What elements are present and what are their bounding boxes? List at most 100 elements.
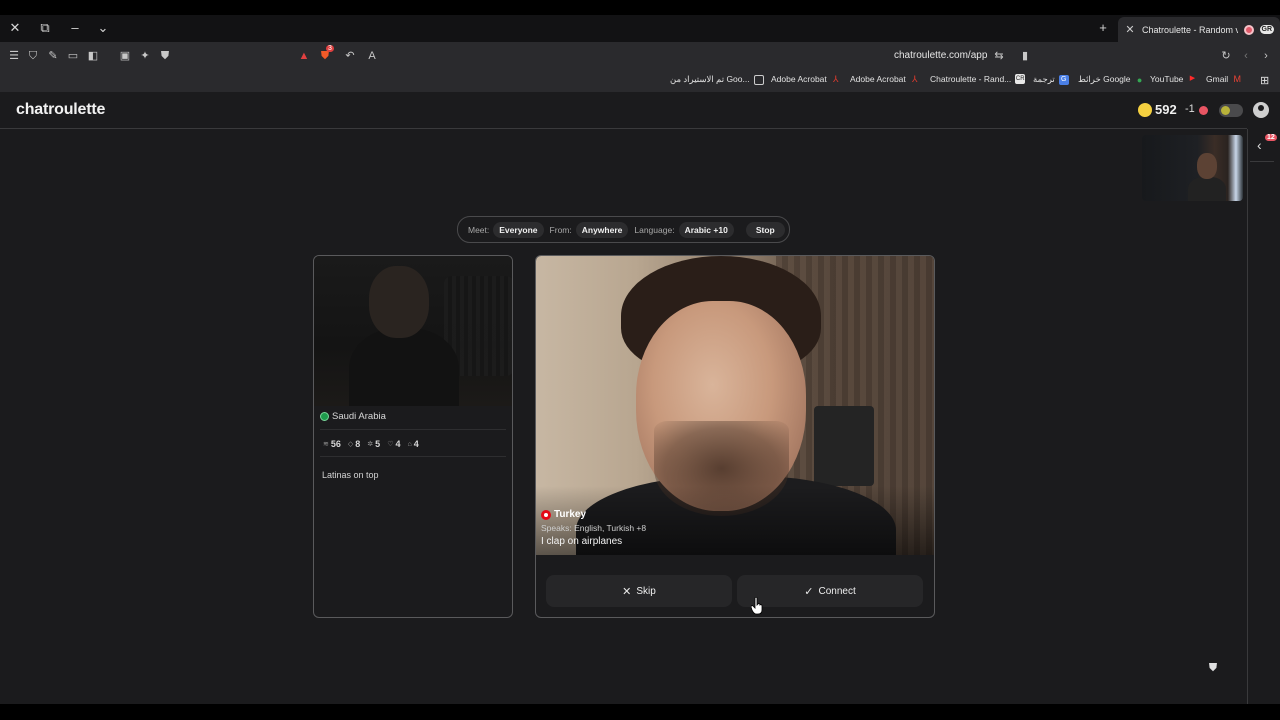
- bookmark-chatroulette[interactable]: Chatroulette - Rand... CR: [930, 74, 1026, 84]
- current-partner-languages: Speaks: English, Turkish +8: [541, 523, 647, 533]
- recording-dot-icon: [1199, 106, 1208, 115]
- country-name: Turkey: [554, 509, 587, 520]
- self-figure-head: [1197, 153, 1217, 179]
- youtube-icon: ▶: [1189, 75, 1196, 82]
- coin-balance[interactable]: 592: [1155, 102, 1177, 117]
- stat-gift: ⌂ 4: [407, 439, 418, 449]
- meet-filter-button[interactable]: Everyone: [493, 221, 544, 238]
- forward-icon[interactable]: ›: [1258, 48, 1274, 64]
- shield-icon[interactable]: ⛊: [157, 48, 173, 64]
- toggle-knob: [1221, 106, 1230, 115]
- screenshot-icon[interactable]: ▣: [117, 48, 133, 64]
- chatroulette-icon: CR: [1015, 74, 1026, 84]
- reload-icon[interactable]: ↻: [1218, 48, 1234, 64]
- bookmark-translate[interactable]: ترجمة G: [1033, 74, 1069, 85]
- country-name: Saudi Arabia: [332, 411, 386, 422]
- vpn-shield-icon[interactable]: ⛉: [25, 48, 41, 64]
- bookmark-adobe-acrobat-2[interactable]: Adobe Acrobat ⅄: [850, 74, 920, 84]
- check-icon: ✓: [804, 585, 814, 598]
- self-camera-preview[interactable]: [1142, 135, 1243, 201]
- language-filter-button[interactable]: Arabic +10: [678, 221, 734, 238]
- notification-badge: 12: [1265, 134, 1277, 141]
- bookmark-folder-imported[interactable]: تم الاستيراد من Goo... .: [670, 74, 764, 85]
- extensions-icon[interactable]: ✦: [137, 48, 153, 64]
- translate-icon[interactable]: A: [364, 48, 380, 64]
- bookmark-icon[interactable]: ▮: [1017, 48, 1033, 64]
- close-icon: ✕: [622, 585, 632, 598]
- safety-shield-icon[interactable]: ⛊: [1207, 662, 1219, 675]
- bookmark-adobe-acrobat-1[interactable]: Adobe Acrobat ⅄: [771, 74, 841, 84]
- bookmark-label: Adobe Acrobat: [850, 74, 906, 84]
- stat-star: ✲ 5: [367, 439, 380, 449]
- stop-button[interactable]: Stop: [745, 221, 785, 238]
- connect-button[interactable]: ✓ Connect: [737, 575, 923, 607]
- menu-icon[interactable]: ☰: [6, 48, 22, 64]
- coin-delta: -1: [1185, 103, 1195, 115]
- apps-grid-icon[interactable]: ⊞: [1260, 74, 1269, 87]
- screen: ✕ ⧉ – ⌄ + ✕ Chatroulette - Random video …: [0, 0, 1280, 720]
- wave-icon: ≋: [323, 441, 329, 448]
- current-partner-bio: I clap on airplanes: [541, 536, 623, 547]
- stat-wave: ≋ 56: [323, 439, 341, 449]
- chevron-left-icon[interactable]: ‹: [1257, 137, 1262, 153]
- bookmark-label: Adobe Acrobat: [771, 74, 827, 84]
- folder-icon: .: [753, 74, 764, 85]
- bookmark-gmail[interactable]: Gmail M: [1206, 74, 1242, 84]
- active-tab[interactable]: ✕ Chatroulette - Random video GR: [1118, 17, 1280, 42]
- skip-label: Skip: [636, 585, 656, 597]
- stat-value: 56: [330, 439, 341, 449]
- bookmark-label: YouTube: [1150, 74, 1184, 84]
- bookmark-label: ترجمة: [1033, 74, 1055, 84]
- new-tab-icon[interactable]: +: [1094, 19, 1112, 37]
- from-label: From:: [549, 224, 572, 235]
- heart-icon: ♡: [387, 441, 394, 448]
- tab-close-icon[interactable]: ✕: [1124, 23, 1136, 36]
- restore-window-icon[interactable]: ⧉: [36, 19, 54, 37]
- background-speaker: [814, 406, 874, 486]
- recording-icon: [1243, 24, 1254, 35]
- language-label: Language:: [634, 224, 675, 235]
- rewards-triangle-icon[interactable]: ▲: [296, 48, 312, 64]
- partner-stats: ≋ 56 ◇ 8 ✲ 5 ♡ 4 ⌂ 4: [323, 439, 419, 449]
- undo-icon[interactable]: ↶: [342, 48, 358, 64]
- stat-value: 5: [375, 439, 381, 449]
- address-bar[interactable]: chatroulette.com/app: [894, 50, 987, 61]
- theme-toggle[interactable]: [1219, 104, 1243, 117]
- close-window-icon[interactable]: ✕: [6, 19, 24, 37]
- gmail-icon: M: [1233, 74, 1241, 84]
- from-filter-button[interactable]: Anywhere: [575, 221, 629, 238]
- sidebar-toggle-icon[interactable]: ◧: [85, 48, 101, 64]
- gem-icon: ◇: [347, 441, 354, 448]
- pin-icon[interactable]: ✎: [45, 48, 61, 64]
- acrobat-icon: ⅄: [833, 74, 839, 84]
- bookmark-label: تم الاستيراد من Goo...: [670, 74, 750, 84]
- divider: [320, 429, 506, 430]
- current-partner-card: Turkey Speaks: English, Turkish +8 I cla…: [535, 255, 935, 618]
- current-partner-country: Turkey: [541, 509, 646, 520]
- tab-list-chevron-icon[interactable]: ⌄: [94, 19, 112, 37]
- site-settings-icon[interactable]: ⇆: [991, 48, 1007, 64]
- right-side-panel: [1247, 129, 1280, 704]
- previous-partner-card[interactable]: Saudi Arabia ≋ 56 ◇ 8 ✲ 5 ♡ 4 ⌂ 4 Latinas on …: [313, 255, 513, 618]
- bookmark-google-maps[interactable]: خرائط Google ●: [1078, 74, 1145, 85]
- bottom-black-strip: [0, 704, 1280, 720]
- gift-icon: ⌂: [407, 440, 412, 448]
- wallet-icon[interactable]: ▭: [65, 48, 81, 64]
- app-header: chatroulette 592 -1: [0, 92, 1269, 129]
- divider: [320, 456, 506, 457]
- tab-title: Chatroulette - Random video: [1142, 24, 1238, 35]
- tab-profile-badge: GR: [1259, 25, 1274, 34]
- back-icon[interactable]: ‹: [1238, 48, 1254, 64]
- current-partner-video: Turkey Speaks: English, Turkish +8 I cla…: [536, 256, 934, 555]
- skip-button[interactable]: ✕ Skip: [546, 575, 732, 607]
- chatroulette-logo[interactable]: chatroulette: [16, 101, 105, 119]
- bookmark-label: Gmail: [1206, 74, 1229, 84]
- star-icon: ✲: [367, 441, 374, 448]
- profile-icon[interactable]: [1253, 102, 1269, 118]
- match-filters: Meet: Everyone From: Anywhere Language: …: [457, 216, 790, 243]
- minimize-window-icon[interactable]: –: [66, 19, 84, 37]
- stat-value: 4: [395, 439, 401, 449]
- stat-value: 4: [413, 439, 419, 449]
- bookmark-youtube[interactable]: YouTube ▶: [1150, 74, 1197, 84]
- bookmarks-bar: تم الاستيراد من Goo... . Adobe Acrobat ⅄…: [0, 70, 1280, 92]
